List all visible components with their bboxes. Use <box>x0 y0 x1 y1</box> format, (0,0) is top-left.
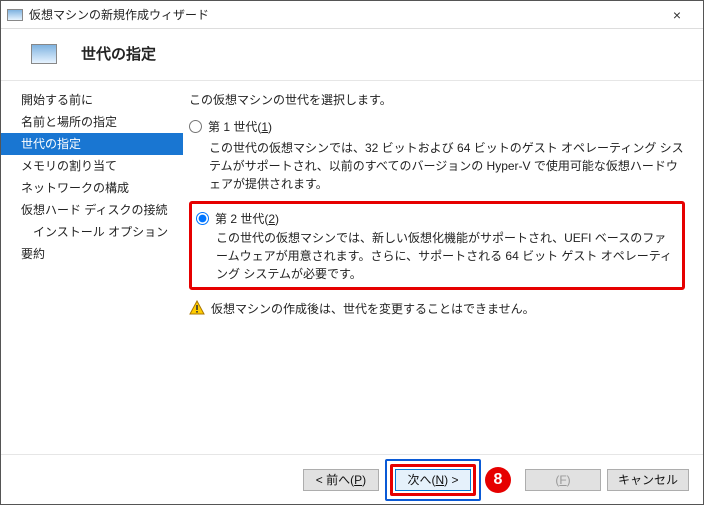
header-icon <box>31 44 57 64</box>
page-title: 世代の指定 <box>81 43 156 64</box>
next-button[interactable]: 次へ(N) > <box>395 469 471 491</box>
wizard-sidebar: 開始する前に 名前と場所の指定 世代の指定 メモリの割り当て ネットワークの構成… <box>1 81 183 454</box>
wizard-window: 仮想マシンの新規作成ウィザード × 世代の指定 開始する前に 名前と場所の指定 … <box>0 0 704 505</box>
gen1-option[interactable]: 第 1 世代(1) <box>189 118 685 135</box>
gen1-label: 第 1 世代(1) <box>208 118 272 135</box>
close-button[interactable]: × <box>657 7 697 23</box>
warning-text: 仮想マシンの作成後は、世代を変更することはできません。 <box>211 300 535 317</box>
sidebar-item-before-start[interactable]: 開始する前に <box>1 89 183 111</box>
next-button-focus: 次へ(N) > <box>385 459 481 501</box>
wizard-content: この仮想マシンの世代を選択します。 第 1 世代(1) この世代の仮想マシンでは… <box>183 81 703 454</box>
prompt-text: この仮想マシンの世代を選択します。 <box>189 91 685 108</box>
gen1-radio[interactable] <box>189 120 202 133</box>
sidebar-item-generation[interactable]: 世代の指定 <box>1 133 183 155</box>
sidebar-item-memory[interactable]: メモリの割り当て <box>1 155 183 177</box>
gen2-radio[interactable] <box>196 212 209 225</box>
cancel-button[interactable]: キャンセル <box>607 469 689 491</box>
sidebar-item-install-options[interactable]: インストール オプション <box>1 221 183 243</box>
sidebar-item-network[interactable]: ネットワークの構成 <box>1 177 183 199</box>
wizard-body: 開始する前に 名前と場所の指定 世代の指定 メモリの割り当て ネットワークの構成… <box>1 81 703 454</box>
finish-button[interactable]: (F) <box>525 469 601 491</box>
annotation-number: 8 <box>485 467 511 493</box>
gen1-desc: この世代の仮想マシンでは、32 ビットおよび 64 ビットのゲスト オペレーティ… <box>209 139 685 193</box>
back-button[interactable]: < 前へ(P) <box>303 469 379 491</box>
gen2-label: 第 2 世代(2) <box>215 210 279 227</box>
next-button-highlight: 次へ(N) > <box>390 464 476 496</box>
sidebar-item-summary[interactable]: 要約 <box>1 243 183 265</box>
page-header: 世代の指定 <box>1 29 703 80</box>
app-icon <box>7 9 23 21</box>
warning-icon <box>189 300 205 316</box>
gen2-desc: この世代の仮想マシンでは、新しい仮想化機能がサポートされ、UEFI ベースのファ… <box>216 229 678 283</box>
gen2-option[interactable]: 第 2 世代(2) <box>196 210 678 227</box>
gen2-highlight: 第 2 世代(2) この世代の仮想マシンでは、新しい仮想化機能がサポートされ、U… <box>189 201 685 290</box>
wizard-footer: < 前へ(P) 次へ(N) > 8 (F) キャンセル <box>1 454 703 504</box>
sidebar-item-name-location[interactable]: 名前と場所の指定 <box>1 111 183 133</box>
warning-row: 仮想マシンの作成後は、世代を変更することはできません。 <box>189 300 685 317</box>
window-title: 仮想マシンの新規作成ウィザード <box>29 6 657 23</box>
sidebar-item-vhd[interactable]: 仮想ハード ディスクの接続 <box>1 199 183 221</box>
titlebar: 仮想マシンの新規作成ウィザード × <box>1 1 703 29</box>
